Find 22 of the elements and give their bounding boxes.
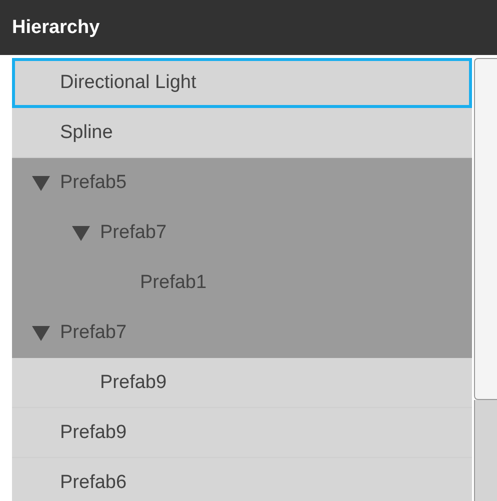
- tree-row[interactable]: Prefab6: [12, 458, 472, 501]
- tree-row[interactable]: Directional Light: [12, 58, 472, 108]
- row-label: Spline: [60, 122, 113, 144]
- tree-row[interactable]: Spline: [12, 108, 472, 158]
- row-label: Prefab9: [60, 422, 127, 444]
- row-label: Prefab7: [60, 322, 127, 344]
- row-label: Prefab9: [100, 372, 167, 394]
- row-label: Directional Light: [60, 72, 196, 94]
- panel-title: Hierarchy: [12, 16, 100, 38]
- tree-row[interactable]: Prefab7: [12, 308, 472, 358]
- expand-triangle-icon[interactable]: [32, 324, 50, 340]
- row-label: Prefab7: [100, 222, 167, 244]
- row-label: Prefab6: [60, 472, 127, 494]
- row-label: Prefab5: [60, 172, 127, 194]
- tree-row[interactable]: Prefab7: [12, 208, 472, 258]
- expand-triangle-icon[interactable]: [32, 174, 50, 190]
- tree-row[interactable]: Prefab1: [12, 258, 472, 308]
- row-label: Prefab1: [140, 272, 207, 294]
- tree-row[interactable]: Prefab9: [12, 358, 472, 408]
- tree-row[interactable]: Prefab5: [12, 158, 472, 208]
- tree-row[interactable]: Prefab9: [12, 408, 472, 458]
- expand-triangle-icon[interactable]: [72, 224, 90, 240]
